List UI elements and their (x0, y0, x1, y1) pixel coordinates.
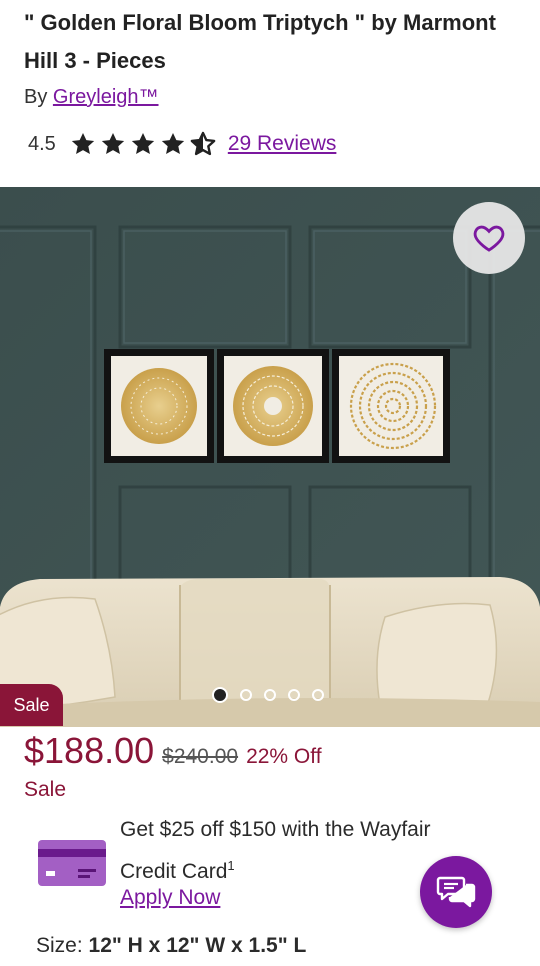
sale-badge: Sale (0, 684, 63, 726)
favorite-button[interactable] (453, 202, 525, 274)
product-image (0, 187, 540, 727)
carousel-dot[interactable] (288, 689, 300, 701)
size-row: Size: 12" H x 12" W x 1.5" L (36, 934, 306, 958)
half-star-icon (190, 131, 216, 156)
chat-icon (436, 876, 476, 908)
star-rating (70, 131, 216, 157)
product-image-carousel[interactable] (0, 187, 540, 727)
brand-line: By Greyleigh™ (24, 86, 159, 109)
carousel-dot[interactable] (240, 689, 252, 701)
credit-card-icon (38, 840, 106, 886)
current-price: $188.00 (24, 730, 155, 771)
discount-label: 22% Off (246, 745, 322, 768)
star-icon (131, 132, 154, 154)
product-title: " Golden Floral Bloom Triptych " by Marm… (24, 10, 496, 73)
size-label: Size: (36, 934, 83, 957)
price-row: $188.00 $240.00 22% Off (24, 730, 322, 772)
star-icon (161, 132, 184, 154)
by-label: By (24, 86, 48, 108)
original-price: $240.00 (162, 745, 239, 768)
star-icon (71, 132, 94, 154)
carousel-dot[interactable] (264, 689, 276, 701)
promo-footnote: 1 (227, 858, 235, 873)
promo-card-text: Credit Card (120, 860, 228, 883)
rating-value: 4.5 (28, 132, 56, 155)
sale-label: Sale (24, 778, 67, 801)
reviews-link[interactable]: 29 Reviews (228, 132, 337, 156)
carousel-dot[interactable] (312, 689, 324, 701)
brand-link[interactable]: Greyleigh™ (53, 86, 159, 108)
rating-row: 4.5 29 Reviews (28, 128, 336, 160)
carousel-dot-active[interactable] (212, 687, 228, 703)
apply-now-link[interactable]: Apply Now (120, 886, 220, 910)
promo-line-1: Get $25 off $150 with the Wayfair (120, 818, 431, 841)
heart-icon (473, 225, 505, 252)
carousel-dots (212, 687, 324, 703)
size-value: 12" H x 12" W x 1.5" L (88, 934, 307, 957)
chat-button[interactable] (420, 856, 492, 928)
star-icon (101, 132, 124, 154)
